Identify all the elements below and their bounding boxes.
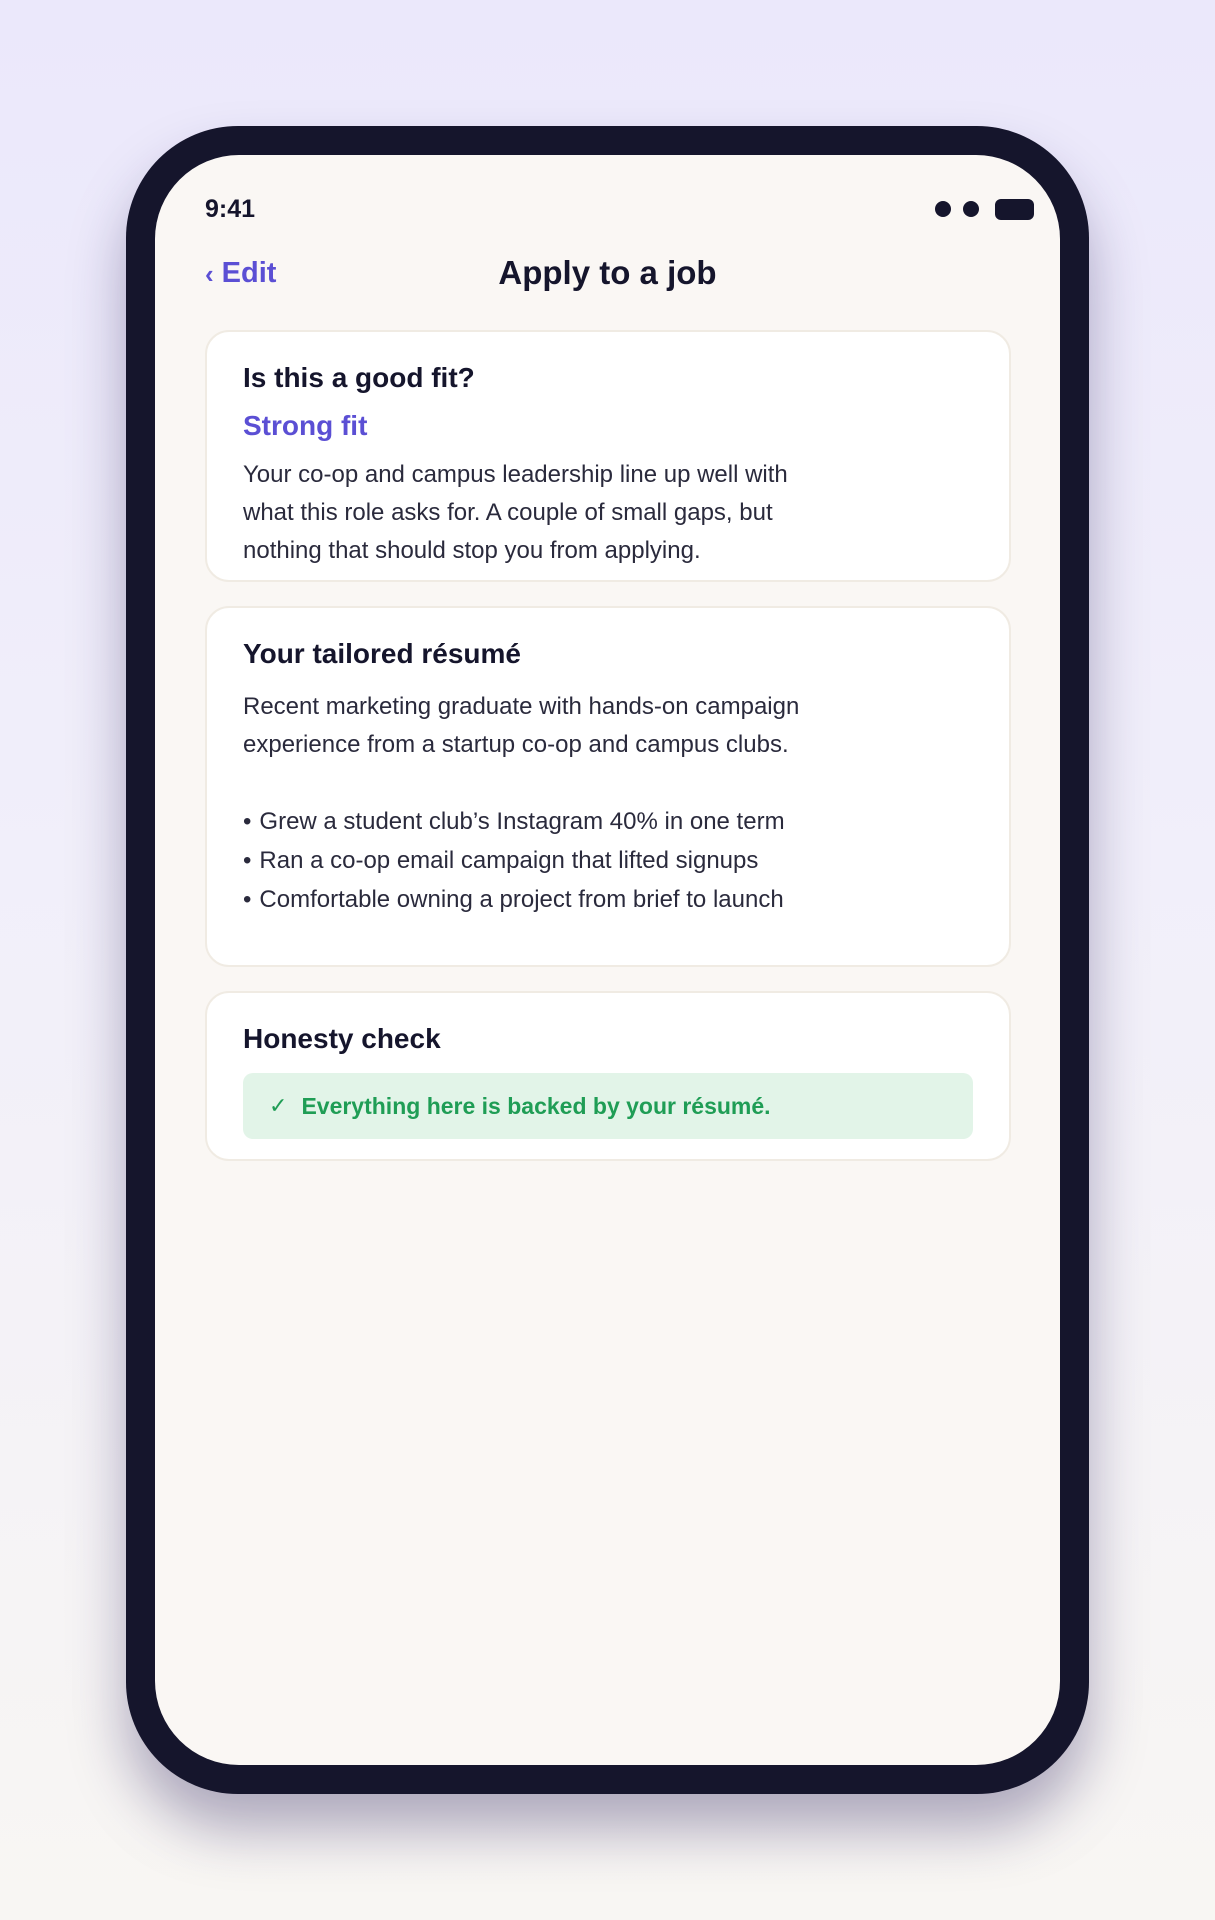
bullet-marker: • [243, 886, 252, 913]
resume-card: Your tailored résumé Recent marketing gr… [205, 606, 1011, 967]
app-screen: 9:41 Apply to a job ‹ Edit Is this a goo… [155, 155, 1060, 1765]
status-bar: 9:41 [205, 189, 1034, 229]
wifi-icon [963, 201, 979, 217]
checkmark-icon: ✓ [269, 1093, 288, 1118]
resume-bullet-text: Comfortable owning a project from brief … [259, 886, 784, 913]
resume-bullet: • Ran a co-op email campaign that lifted … [243, 841, 973, 880]
status-icons [935, 198, 1034, 220]
resume-bullet: • Comfortable owning a project from brief… [243, 880, 973, 919]
back-edit-label: Edit [221, 256, 277, 289]
navigation-bar: Apply to a job ‹ Edit [205, 247, 1010, 299]
resume-bullet-text: Grew a student club’s Instagram 40% in o… [259, 808, 785, 835]
honesty-status-text: Everything here is backed by your résumé… [301, 1092, 771, 1119]
honesty-check-title: Honesty check [243, 1023, 441, 1054]
fit-card-title: Is this a good fit? [243, 362, 475, 393]
battery-icon [995, 198, 1034, 220]
signal-icon [935, 201, 951, 217]
resume-bullet: • Grew a student club’s Instagram 40% in … [243, 802, 973, 841]
honesty-status-badge: ✓ Everything here is backed by your résu… [243, 1073, 973, 1139]
back-edit-button[interactable]: ‹ Edit [205, 247, 276, 299]
chevron-left-icon: ‹ [205, 259, 214, 289]
fit-level: Strong fit [243, 410, 368, 441]
bullet-marker: • [243, 808, 252, 835]
resume-summary: Recent marketing graduate with hands-on … [243, 693, 800, 758]
honesty-check-card: Honesty check ✓ Everything here is backe… [205, 991, 1011, 1161]
resume-bullet-list: • Grew a student club’s Instagram 40% in … [243, 802, 973, 919]
bullet-marker: • [243, 847, 252, 874]
resume-bullet-text: Ran a co-op email campaign that lifted s… [259, 847, 759, 874]
page-title: Apply to a job [498, 254, 717, 291]
resume-card-title: Your tailored résumé [243, 638, 522, 669]
device-frame: 9:41 Apply to a job ‹ Edit Is this a goo… [126, 126, 1089, 1794]
status-time: 9:41 [205, 194, 256, 223]
fit-card: Is this a good fit? Strong fit Your co-o… [205, 330, 1011, 582]
fit-description: Your co-op and campus leadership line up… [243, 461, 788, 564]
